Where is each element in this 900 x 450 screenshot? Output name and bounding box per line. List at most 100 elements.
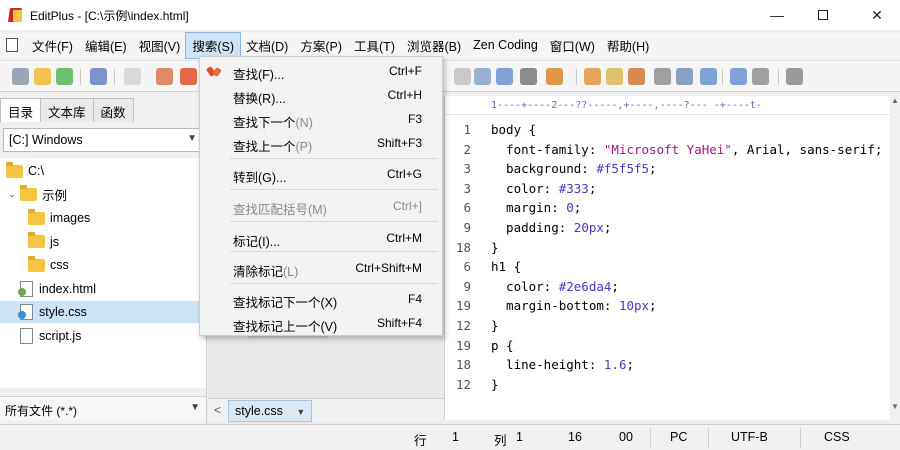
close-button[interactable]: ✕: [854, 0, 900, 30]
scroll-up-icon[interactable]: ▲: [890, 96, 900, 105]
tree-item[interactable]: js: [28, 231, 59, 253]
image-icon[interactable]: [606, 68, 623, 85]
code-line: 3 color: #333;: [445, 181, 891, 201]
scroll-down-icon[interactable]: ▼: [890, 402, 900, 411]
toolbar-separator: [722, 69, 723, 85]
record-icon[interactable]: [180, 68, 197, 85]
code-token: ;: [603, 220, 612, 235]
file-filter-select[interactable]: 所有文件 (*.*) ▼: [0, 396, 206, 420]
code-line: 6 h1 {: [445, 259, 891, 279]
title-bar: EditPlus - [C:\示例\index.html] — ✕: [0, 0, 900, 30]
chevron-down-icon[interactable]: ⌄: [6, 189, 18, 200]
maximize-button[interactable]: [800, 0, 846, 30]
preview-icon[interactable]: [700, 68, 717, 85]
search-menu-item[interactable]: 标记(I)... Ctrl+M: [200, 227, 442, 251]
color-icon[interactable]: [628, 68, 645, 85]
drive-select[interactable]: [C:] Windows ▼: [3, 128, 203, 152]
menu-item[interactable]: 编辑(E): [79, 33, 133, 58]
drive-select-value: [C:] Windows: [9, 133, 83, 147]
column-ruler: 1----+----2---??-----,+----,----?--- -+-…: [491, 100, 762, 111]
file-filter-value: 所有文件 (*.*): [5, 404, 78, 418]
tree-item-label: js: [50, 234, 60, 249]
code-text: h1 {: [491, 259, 521, 274]
html-toolbar-icon[interactable]: [584, 68, 601, 85]
code-token: ;: [649, 161, 657, 177]
panel-tab[interactable]: 目录: [0, 98, 42, 122]
undo-icon[interactable]: [520, 68, 537, 85]
search-menu-item: 查找匹配括号(M) Ctrl+]: [200, 195, 442, 219]
document-tab[interactable]: style.css ▼: [228, 400, 313, 422]
menu-item[interactable]: 窗口(W): [544, 33, 601, 58]
tab-scroll-left-button[interactable]: <: [214, 403, 221, 417]
tree-item[interactable]: images: [28, 207, 90, 229]
tree-item[interactable]: C:\: [6, 160, 44, 182]
menu-item[interactable]: 视图(V): [133, 33, 187, 58]
open-folder-icon[interactable]: [34, 68, 51, 85]
user-icon[interactable]: [124, 68, 141, 85]
line-number: 3: [463, 180, 471, 196]
folder-icon: [20, 185, 37, 201]
search-menu-item-text: 替换(R)...: [233, 92, 286, 106]
panel-tab[interactable]: 函数: [92, 98, 134, 122]
search-menu-item[interactable]: 查找(F)... Ctrl+F: [200, 60, 442, 84]
ruler-divider: [445, 114, 891, 115]
window-icon[interactable]: [786, 68, 803, 85]
ruler-icon[interactable]: [496, 68, 513, 85]
browser-icon[interactable]: [156, 68, 173, 85]
indent-icon[interactable]: [454, 68, 471, 85]
panel-tab[interactable]: 文本库: [40, 98, 94, 122]
line-number: 9: [463, 220, 471, 235]
search-menu-item-shortcut: Ctrl+H: [387, 88, 422, 102]
code-token: ;: [611, 278, 619, 294]
menu-item[interactable]: 工具(T): [348, 33, 401, 58]
search-menu-item[interactable]: 查找标记上一个(V) Shift+F4: [200, 312, 442, 336]
search-menu-item-label: 转到(G)...: [233, 167, 286, 186]
cliptext-icon[interactable]: [676, 68, 693, 85]
search-menu-item-shortcut: Ctrl+F: [389, 64, 422, 78]
code-text: body {: [491, 122, 536, 137]
print-icon[interactable]: [90, 68, 107, 85]
tree-item[interactable]: style.css: [0, 301, 206, 323]
search-menu-item[interactable]: 查找下一个(N) F3: [200, 108, 442, 132]
tree-item[interactable]: css: [28, 254, 69, 276]
menu-item[interactable]: 浏览器(B): [401, 33, 467, 58]
toolbar-separator: [576, 69, 577, 85]
code-line: 12}: [445, 318, 891, 338]
tree-item-label: images: [50, 211, 91, 225]
save-icon[interactable]: [56, 68, 73, 85]
table-icon[interactable]: [654, 68, 671, 85]
code-editor[interactable]: 1----+----2---??-----,+----,----?--- -+-…: [444, 96, 891, 420]
settings-icon[interactable]: [752, 68, 769, 85]
spell-icon[interactable]: [546, 68, 563, 85]
search-menu-item[interactable]: 查找标记下一个(X) F4: [200, 288, 442, 312]
code-token: }: [491, 376, 499, 392]
search-menu-item[interactable]: 转到(G)... Ctrl+G: [200, 163, 442, 187]
menu-item[interactable]: 方案(P): [294, 33, 348, 58]
menu-item[interactable]: 帮助(H): [601, 33, 655, 58]
panel-tabs: 目录 文本库 函数: [0, 98, 134, 122]
tree-item[interactable]: index.html: [18, 278, 96, 300]
code-token: font-family:: [491, 141, 604, 157]
code-line: 19 p {: [445, 338, 891, 358]
menu-item[interactable]: Zen Coding: [467, 35, 544, 55]
vertical-scrollbar[interactable]: ▲ ▼: [890, 96, 900, 420]
menu-item[interactable]: 搜索(S): [185, 31, 241, 59]
menu-item[interactable]: 文档(D): [240, 33, 294, 58]
search-menu-item[interactable]: 替换(R)... Ctrl+H: [200, 84, 442, 108]
code-token: }: [491, 239, 499, 255]
tree-item[interactable]: script.js: [20, 325, 81, 347]
code-token: "Microsoft YaHei": [603, 141, 732, 157]
monitor-icon[interactable]: [730, 68, 747, 85]
wrap-icon[interactable]: [474, 68, 491, 85]
new-file-icon[interactable]: [12, 68, 29, 85]
status-col-label: 列: [494, 434, 507, 448]
menu-item[interactable]: 文件(F): [26, 33, 79, 58]
minimize-button[interactable]: —: [754, 0, 800, 30]
search-menu-item-shortcut: Ctrl+Shift+M: [355, 261, 422, 275]
search-menu-item[interactable]: 清除标记(L) Ctrl+Shift+M: [200, 257, 442, 281]
menu-separator: [230, 251, 438, 252]
tree-item[interactable]: ⌄ 示例: [6, 184, 67, 206]
search-menu-item[interactable]: 查找上一个(P) Shift+F3: [200, 132, 442, 156]
menu-separator: [230, 189, 438, 190]
code-text: margin: 0;: [491, 200, 581, 215]
